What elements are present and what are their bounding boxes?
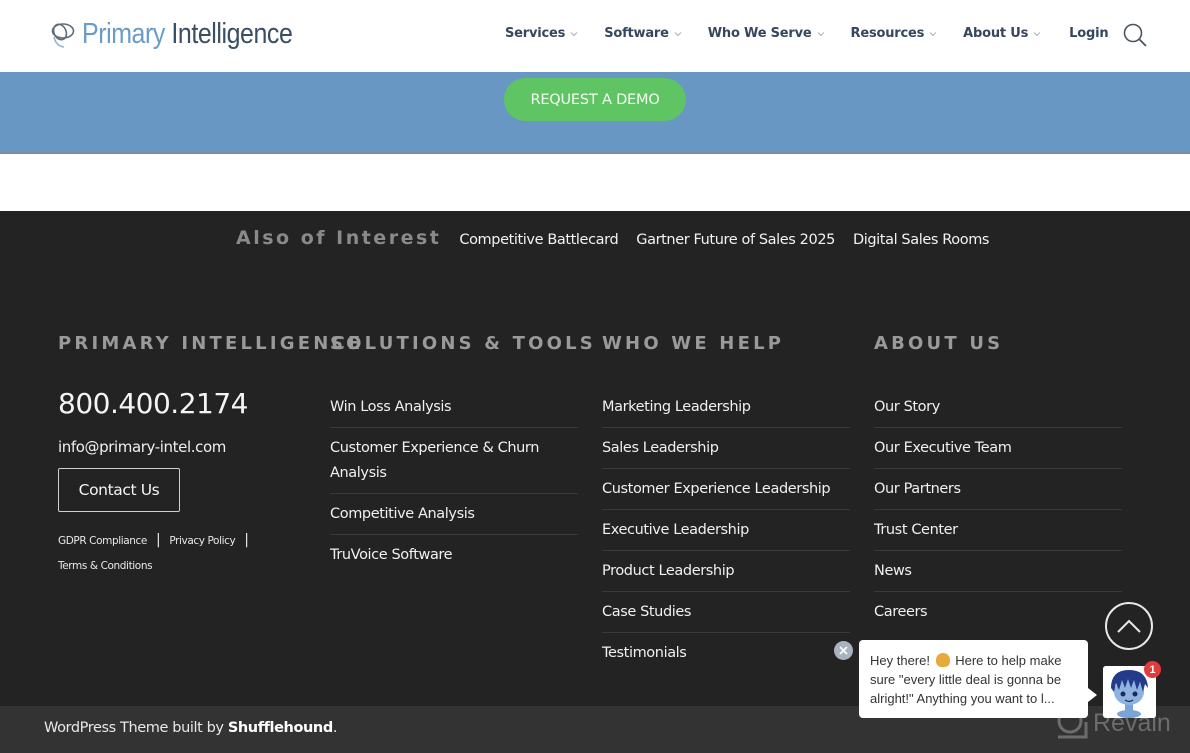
footer-link[interactable]: Sales Leadership (602, 436, 850, 469)
notification-badge: 1 (1144, 661, 1161, 678)
chevron-down-icon (929, 31, 937, 36)
logo-text: Primary Intelligence (82, 18, 293, 50)
footer-link[interactable]: Our Executive Team (874, 436, 1122, 469)
footer-column-who-we-help: WHO WE HELP Marketing Leadership Sales L… (602, 333, 850, 681)
login-link[interactable]: Login (1069, 26, 1108, 41)
legal-links: GDPR Compliance | Privacy Policy | Terms & … (58, 528, 298, 579)
chat-close-button[interactable] (834, 641, 853, 660)
chevron-down-icon (674, 31, 682, 36)
footer-link[interactable]: Marketing Leadership (602, 395, 850, 428)
site-footer: Also of Interest Competitive Battlecard … (0, 211, 1190, 706)
footer-link[interactable]: News (874, 559, 1122, 592)
site-header: Primary Intelligence Services Software W… (0, 0, 1190, 72)
column-heading: ABOUT US (874, 333, 1004, 354)
column-heading: SOLUTIONS & TOOLS (330, 333, 596, 354)
footer-link[interactable]: Careers (874, 600, 1122, 632)
footer-column-about: ABOUT US Our Story Our Executive Team Ou… (874, 333, 1122, 640)
footer-link[interactable]: Customer Experience & Churn Analysis (330, 436, 578, 494)
footer-link[interactable]: Our Story (874, 395, 1122, 428)
chevron-up-icon (1117, 619, 1141, 633)
nav-item-about-us[interactable]: About Us (963, 26, 1041, 41)
scroll-to-top-button[interactable] (1105, 602, 1153, 650)
shufflehound-link[interactable]: Shufflehound (228, 720, 333, 736)
footer-link[interactable]: Customer Experience Leadership (602, 477, 850, 510)
phone-number[interactable]: 800.400.2174 (58, 387, 306, 420)
footer-link[interactable]: Our Partners (874, 477, 1122, 510)
column-heading: WHO WE HELP (602, 333, 785, 354)
footer-column-solutions: SOLUTIONS & TOOLS Win Loss Analysis Cust… (330, 333, 596, 583)
nav-item-software[interactable]: Software (604, 26, 682, 41)
gdpr-link[interactable]: GDPR Compliance (58, 535, 147, 547)
chevron-down-icon (817, 31, 824, 36)
column-heading: PRIMARY INTELLIGENCE (58, 333, 364, 354)
separator: | (156, 532, 161, 548)
nav-item-who-we-serve[interactable]: Who We Serve (708, 26, 825, 41)
email-link[interactable]: info@primary-intel.com (58, 438, 306, 456)
chat-message-bubble[interactable]: Hey there! Here to help make sure "every… (859, 640, 1097, 718)
who-we-help-list: Marketing Leadership Sales Leadership Cu… (602, 395, 850, 673)
footer-column-company: PRIMARY INTELLIGENCE 800.400.2174 info@p… (58, 333, 364, 579)
nav-item-resources[interactable]: Resources (851, 26, 938, 41)
footer-link[interactable]: Case Studies (602, 600, 850, 633)
waving-hand-icon (935, 653, 950, 667)
spacer (0, 156, 1190, 211)
interest-link[interactable]: Competitive Battlecard (459, 232, 618, 248)
nav-item-services[interactable]: Services (505, 26, 578, 41)
solutions-list: Win Loss Analysis Customer Experience & … (330, 395, 578, 575)
main-nav: Services Software Who We Serve Resources… (505, 26, 1109, 41)
footer-link[interactable]: Testimonials (602, 641, 850, 673)
footer-link[interactable]: TruVoice Software (330, 543, 578, 575)
close-icon (839, 646, 848, 655)
logo[interactable]: Primary Intelligence (50, 18, 327, 51)
footer-link[interactable]: Executive Leadership (602, 518, 850, 551)
interest-link[interactable]: Digital Sales Rooms (853, 232, 989, 248)
also-of-interest-title: Also of Interest (236, 227, 442, 249)
interest-link[interactable]: Gartner Future of Sales 2025 (636, 232, 835, 248)
logo-mark-icon (51, 22, 75, 48)
footer-link[interactable]: Product Leadership (602, 559, 850, 592)
also-of-interest: Also of Interest Competitive Battlecard … (236, 227, 1007, 249)
terms-link[interactable]: Terms & Conditions (58, 560, 153, 572)
theme-credit: WordPress Theme built by Shufflehound. (44, 720, 338, 736)
cta-band: REQUEST A DEMO (0, 72, 1190, 154)
about-list: Our Story Our Executive Team Our Partner… (874, 395, 1122, 632)
footer-link[interactable]: Win Loss Analysis (330, 395, 578, 428)
footer-link[interactable]: Competitive Analysis (330, 502, 578, 535)
footer-link[interactable]: Trust Center (874, 518, 1122, 551)
separator: | (244, 532, 249, 548)
search-icon[interactable] (1122, 22, 1148, 48)
contact-us-button[interactable]: Contact Us (58, 468, 180, 512)
request-demo-button[interactable]: REQUEST A DEMO (504, 78, 686, 121)
chevron-down-icon (1033, 31, 1041, 36)
privacy-policy-link[interactable]: Privacy Policy (169, 535, 235, 547)
chevron-down-icon (570, 31, 578, 36)
